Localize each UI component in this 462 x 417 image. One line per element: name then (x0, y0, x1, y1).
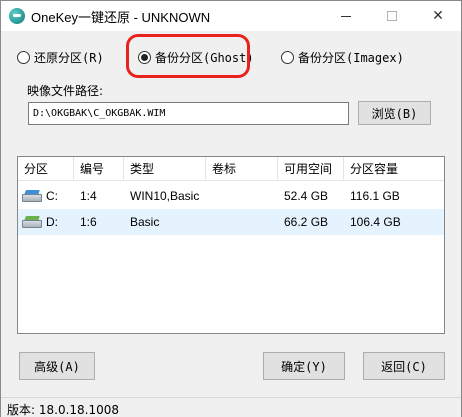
ok-button[interactable]: 确定(Y) (263, 352, 345, 380)
free-space: 66.2 GB (284, 215, 329, 229)
partition-cell: C: (18, 183, 74, 209)
minimize-button[interactable] (323, 1, 369, 31)
capacity: 106.4 GB (350, 215, 401, 229)
browse-button[interactable]: 浏览(B) (358, 101, 431, 125)
app-window: OneKey一键还原 - UNKNOWN ✕ 还原分区(R) 备份分区(Ghos… (0, 0, 462, 417)
status-bar: 版本: 18.0.18.1008 (1, 397, 461, 417)
version-text: 版本: 18.0.18.1008 (7, 403, 120, 417)
partition-type: WIN10,Basic (130, 189, 200, 203)
image-path-label: 映像文件路径: (27, 84, 104, 98)
radio-restore-partition[interactable]: 还原分区(R) (17, 49, 104, 66)
annotation-highlight (126, 34, 250, 78)
column-header-partition[interactable]: 分区 (18, 157, 74, 181)
capacity: 116.1 GB (350, 189, 400, 203)
column-header-type[interactable]: 类型 (124, 157, 206, 181)
drive-letter: D: (46, 215, 58, 229)
table-row[interactable]: C: 1:4 WIN10,Basic 52.4 GB 116.1 GB (18, 183, 444, 209)
radio-imagex-label: 备份分区(Imagex) (298, 51, 404, 65)
minimize-icon (341, 15, 351, 17)
radio-backup-imagex[interactable]: 备份分区(Imagex) (281, 49, 404, 66)
free-space: 52.4 GB (284, 189, 329, 203)
close-icon: ✕ (432, 8, 444, 24)
close-button[interactable]: ✕ (415, 1, 461, 31)
window-title: OneKey一键还原 - UNKNOWN (31, 10, 211, 25)
column-header-label[interactable]: 卷标 (206, 157, 278, 181)
radio-circle (281, 51, 294, 64)
title-bar[interactable]: OneKey一键还原 - UNKNOWN ✕ (1, 1, 461, 31)
partition-list[interactable]: 分区 编号 类型 卷标 可用空间 分区容量 C: 1:4 WIN10,Basic… (17, 156, 445, 334)
system-drive-icon (22, 189, 42, 203)
column-header-capacity[interactable]: 分区容量 (344, 157, 444, 181)
maximize-icon (387, 11, 397, 21)
drive-letter: C: (46, 189, 58, 203)
radio-restore-label: 还原分区(R) (34, 51, 104, 65)
advanced-button[interactable]: 高级(A) (19, 352, 95, 380)
image-path-input[interactable]: D:\OKGBAK\C_OKGBAK.WIM (28, 102, 349, 125)
table-row-selected[interactable]: D: 1:6 Basic 66.2 GB 106.4 GB (18, 209, 444, 235)
drive-icon (22, 215, 42, 229)
volume-label (206, 209, 278, 235)
partition-type: Basic (130, 215, 160, 229)
back-button[interactable]: 返回(C) (363, 352, 445, 380)
partition-number: 1:4 (80, 189, 97, 203)
volume-label (206, 183, 278, 209)
column-header-free-space[interactable]: 可用空间 (278, 157, 344, 181)
partition-list-header: 分区 编号 类型 卷标 可用空间 分区容量 (18, 157, 444, 181)
column-header-number[interactable]: 编号 (74, 157, 124, 181)
partition-cell: D: (18, 209, 74, 235)
onekey-logo-icon (9, 8, 25, 24)
radio-circle (17, 51, 30, 64)
maximize-button[interactable] (369, 1, 415, 31)
partition-number: 1:6 (80, 215, 97, 229)
